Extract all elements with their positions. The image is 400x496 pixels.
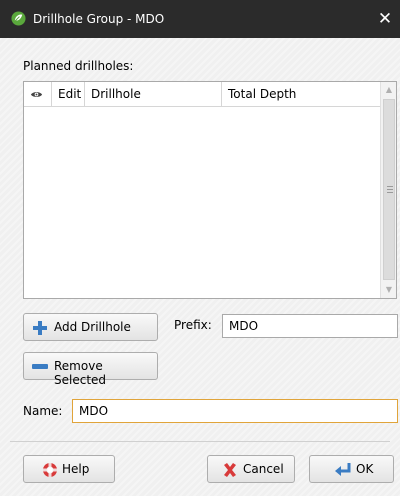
title-bar: Drillhole Group - MDO ✕ (0, 0, 400, 38)
grip-icon (387, 186, 393, 193)
eye-icon (30, 92, 43, 97)
close-icon: ✕ (377, 9, 393, 29)
plus-icon (33, 321, 47, 335)
prefix-label: Prefix: (174, 318, 212, 332)
scroll-thumb[interactable] (383, 99, 395, 280)
help-button[interactable]: Help (23, 455, 115, 483)
vertical-scrollbar[interactable]: ▲ ▼ (380, 82, 396, 298)
remove-selected-button[interactable]: Remove Selected (23, 352, 158, 387)
close-button[interactable]: ✕ (370, 0, 400, 38)
column-header-visibility[interactable] (24, 82, 52, 107)
ok-button[interactable]: OK (309, 455, 394, 483)
x-icon (224, 463, 236, 477)
scroll-up-icon[interactable]: ▲ (381, 82, 397, 98)
help-label: Help (62, 462, 90, 476)
add-drillhole-button[interactable]: Add Drillhole (23, 313, 158, 341)
ok-label: OK (356, 462, 374, 476)
remove-selected-label: Remove Selected (54, 359, 107, 387)
minus-icon (32, 364, 48, 369)
separator (10, 441, 390, 442)
name-field[interactable]: MDO (72, 399, 398, 423)
table-header: Edit Drillhole Total Depth (24, 82, 380, 107)
name-label: Name: (23, 404, 63, 418)
scroll-down-icon[interactable]: ▼ (381, 282, 397, 298)
return-arrow-icon (335, 463, 351, 476)
column-header-drillhole[interactable]: Drillhole (85, 82, 222, 107)
planned-drillholes-label: Planned drillholes: (23, 59, 134, 73)
column-header-total-depth[interactable]: Total Depth (222, 82, 380, 107)
add-drillhole-label: Add Drillhole (54, 320, 131, 334)
prefix-field[interactable]: MDO (222, 314, 398, 338)
lifebuoy-icon (43, 463, 57, 477)
window-title: Drillhole Group - MDO (33, 12, 165, 26)
drillholes-table[interactable]: Edit Drillhole Total Depth ▲ ▼ (23, 81, 397, 299)
cancel-button[interactable]: Cancel (207, 455, 295, 483)
cancel-label: Cancel (243, 462, 284, 476)
column-header-edit[interactable]: Edit (52, 82, 85, 107)
app-leaf-icon (11, 11, 26, 26)
